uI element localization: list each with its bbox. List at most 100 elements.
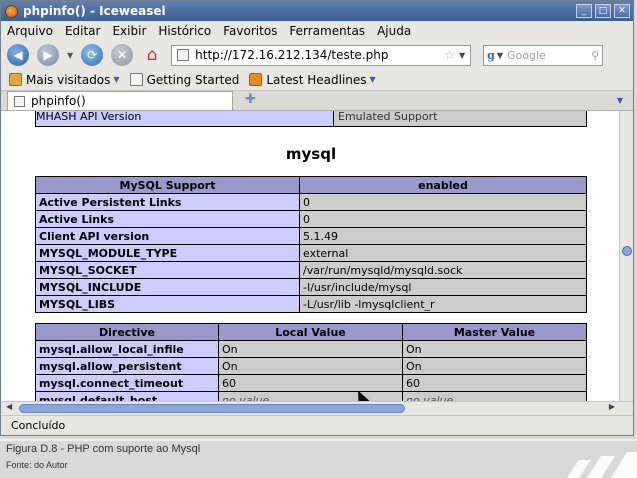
table-row: MYSQL_MODULE_TYPE external [35,244,587,262]
menu-arquivo[interactable]: Arquivo [7,24,53,38]
bookmark-label: Getting Started [146,72,240,87]
page-icon [14,95,25,107]
table-cell: Emulated Support [333,111,587,127]
url-bar[interactable]: http://172.16.212.134/teste.php ☆ ▼ [171,44,472,66]
bookmark-latest-headlines[interactable]: Latest Headlines ▼ [249,72,376,87]
scroll-left-icon[interactable]: ◀ [6,402,12,411]
page-icon [129,73,143,86]
row-label: Active Persistent Links [35,193,300,211]
row-label: MYSQL_INCLUDE [35,278,300,296]
close-icon[interactable]: ✕ [614,4,630,18]
directive-name: mysql.default_host [35,391,219,401]
row-value: 0 [299,193,587,211]
chevron-down-icon: ▼ [369,75,376,84]
row-value: external [299,244,587,262]
table-header-row: Directive Local Value Master Value [35,323,587,341]
figure-source: Fonte: do Autor [6,460,68,470]
vertical-scrollbar[interactable] [619,111,633,401]
directive-name: mysql.allow_persistent [35,357,219,375]
column-header: Local Value [218,323,403,341]
menu-bar: Arquivo Editar Exibir Histórico Favorito… [1,21,633,41]
row-value: /var/run/mysqld/mysqld.sock [299,261,587,279]
navigation-toolbar: ◀ ▶ ▼ ⟳ ✕ ⌂ http://172.16.212.134/teste.… [1,41,633,69]
menu-ajuda[interactable]: Ajuda [377,24,411,38]
section-title: mysql [285,145,337,163]
status-text: Concluído [11,419,66,432]
bookmark-label: Latest Headlines [266,72,367,87]
url-dropdown-icon[interactable]: ▼ [459,51,465,60]
menu-ferramentas[interactable]: Ferramentas [289,24,365,38]
page-icon [177,49,190,61]
row-label: MYSQL_MODULE_TYPE [35,244,300,262]
mysql-info-table: MySQL Support enabled Active Persistent … [35,176,587,313]
new-tab-icon[interactable]: ✚ [245,92,256,107]
previous-section-row: MHASH API Version Emulated Support [35,111,587,127]
page-content[interactable]: MHASH API Version Emulated Support mysql… [1,111,619,401]
table-row: MYSQL_LIBS -L/usr/lib -lmysqlclient_r [35,295,587,313]
column-header: MySQL Support [35,176,300,194]
scroll-right-icon[interactable]: ▶ [609,402,615,411]
row-value: -I/usr/include/mysql [299,278,587,296]
bookmark-mais-visitados[interactable]: Mais visitados ▼ [9,73,120,87]
search-icon[interactable]: ⚲ [591,49,599,62]
table-row: mysql.allow_persistent On On [35,357,587,375]
bookmark-star-icon[interactable]: ☆ [444,48,455,62]
row-value: -L/usr/lib -lmysqlclient_r [299,295,587,313]
folder-icon [9,73,22,86]
window-title: phpinfo() - Iceweasel [23,4,166,18]
history-dropdown-icon[interactable]: ▼ [67,51,73,60]
local-value: On [218,357,403,375]
caption-divider [0,439,637,441]
table-row: Active Links 0 [35,210,587,228]
directive-name: mysql.connect_timeout [35,374,219,392]
table-row: mysql.allow_local_infile On On [35,340,587,358]
row-value: 5.1.49 [299,227,587,245]
bookmark-getting-started[interactable]: Getting Started [129,72,240,87]
back-button[interactable]: ◀ [7,44,29,66]
row-label: Client API version [35,227,300,245]
scrollbar-thumb[interactable] [622,246,632,256]
column-header: Directive [35,323,219,341]
title-bar[interactable]: phpinfo() - Iceweasel _ □ ✕ [1,1,633,21]
horizontal-scrollbar[interactable]: ◀ ▶ [1,401,633,415]
search-bar[interactable]: g ▼ Google ⚲ [483,44,604,66]
local-value: On [218,340,403,358]
table-row: MYSQL_SOCKET/var/run/mysqld/mysqld.sock [35,261,587,279]
forward-button[interactable]: ▶ [37,44,59,66]
minimize-icon[interactable]: _ [576,4,592,18]
menu-historico[interactable]: Histórico [158,24,211,38]
column-header: enabled [299,176,587,194]
browser-window: phpinfo() - Iceweasel _ □ ✕ Arquivo Edit… [0,0,634,436]
search-input[interactable]: Google [507,49,591,62]
figure-caption: Figura D.8 - PHP com suporte ao Mysql [6,443,201,455]
menu-exibir[interactable]: Exibir [112,24,146,38]
table-row: Active Persistent Links 0 [35,193,587,211]
decorative-logo-icon [567,452,637,478]
menu-favoritos[interactable]: Favoritos [223,24,277,38]
reload-button[interactable]: ⟳ [81,44,104,66]
google-icon[interactable]: g [487,49,495,62]
status-bar: Concluído [1,415,633,435]
row-value: 0 [299,210,587,228]
iceweasel-icon [5,4,18,18]
directive-name: mysql.allow_local_infile [35,340,219,358]
row-label: MYSQL_SOCKET [35,261,300,279]
maximize-icon[interactable]: □ [595,4,611,18]
master-value: 60 [402,374,587,392]
home-icon[interactable]: ⌂ [141,44,163,66]
master-value: On [402,357,587,375]
bookmark-label: Mais visitados [26,72,111,87]
row-label: Active Links [35,210,300,228]
scrollbar-thumb[interactable] [19,404,405,413]
search-engine-dropdown-icon[interactable]: ▼ [497,51,503,60]
rss-icon [249,73,263,86]
tab-label: phpinfo() [31,94,86,108]
table-row: MYSQL_INCLUDE -I/usr/include/mysql [35,278,587,296]
tab-phpinfo[interactable]: phpinfo() [7,91,233,110]
menu-editar[interactable]: Editar [65,24,101,38]
directive-table: Directive Local Value Master Value mysql… [35,323,587,401]
tab-list-icon[interactable]: ▼ [617,96,623,105]
master-value: On [402,340,587,358]
url-input[interactable]: http://172.16.212.134/teste.php [195,48,444,62]
stop-button[interactable]: ✕ [111,44,134,66]
